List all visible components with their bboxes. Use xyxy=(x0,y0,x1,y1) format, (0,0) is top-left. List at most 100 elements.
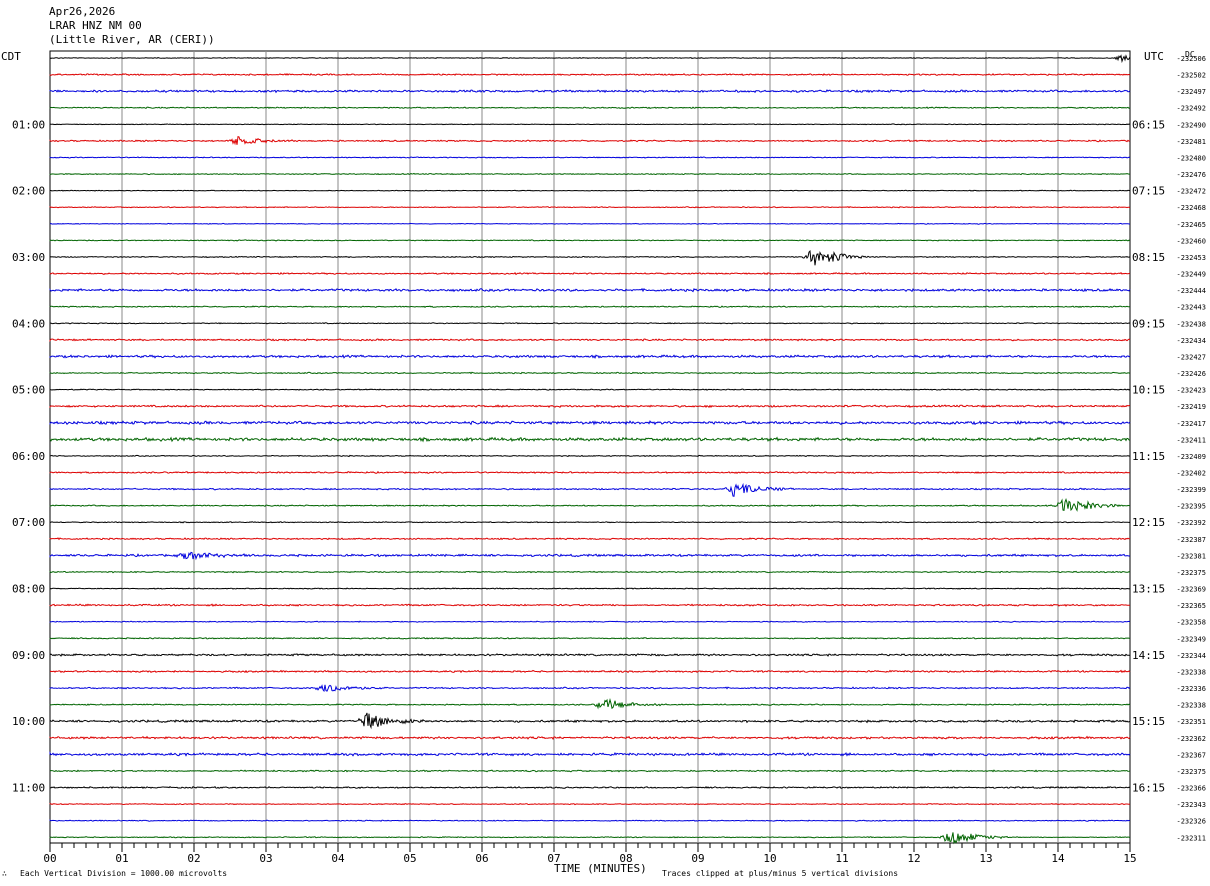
dc-offset-label: -232326 xyxy=(1176,818,1206,826)
dc-offset-label: -232449 xyxy=(1176,271,1206,279)
dc-offset-label: -232395 xyxy=(1176,503,1206,511)
seismic-trace xyxy=(49,123,1131,126)
dc-offset-label: -232365 xyxy=(1176,602,1206,610)
dc-offset-label: -232453 xyxy=(1176,254,1206,262)
dc-offset-label: -232419 xyxy=(1176,403,1206,411)
dc-offset-label: -232480 xyxy=(1176,154,1206,162)
seismic-trace xyxy=(49,271,1131,276)
seismic-trace xyxy=(49,769,1131,773)
left-time-label: 09:00 xyxy=(12,649,45,662)
seismic-trace xyxy=(49,189,1131,192)
dc-offset-label: -232506 xyxy=(1176,55,1206,63)
right-time-label: 15:15 xyxy=(1132,715,1165,728)
seismic-trace xyxy=(49,603,1131,607)
seismic-trace xyxy=(49,537,1131,541)
seismic-trace xyxy=(49,156,1131,159)
seismic-trace xyxy=(49,684,1131,693)
x-tick-label: 08 xyxy=(619,852,632,865)
seismic-trace xyxy=(49,620,1131,623)
plot-frame xyxy=(49,50,1131,844)
x-tick-label: 05 xyxy=(403,852,416,865)
seismic-trace xyxy=(49,338,1131,342)
seismic-trace xyxy=(49,222,1130,225)
dc-offset-label: -232443 xyxy=(1176,304,1206,312)
dc-offset-label: -232427 xyxy=(1176,353,1206,361)
dc-offset-label: -232460 xyxy=(1176,237,1206,245)
dc-offset-label: -232392 xyxy=(1176,519,1206,527)
x-tick-label: 09 xyxy=(691,852,704,865)
x-tick-label: 10 xyxy=(763,852,776,865)
dc-offset-label: -232502 xyxy=(1176,72,1206,80)
dc-offset-label: -232411 xyxy=(1176,436,1206,444)
seismic-trace xyxy=(49,239,1131,242)
right-time-label: 14:15 xyxy=(1132,649,1165,662)
right-time-label: 09:15 xyxy=(1132,317,1165,330)
dc-offset-label: -232349 xyxy=(1176,635,1206,643)
dc-offset-label: -232343 xyxy=(1176,801,1206,809)
right-time-label: 07:15 xyxy=(1132,185,1165,198)
left-time-label: 06:00 xyxy=(12,450,45,463)
dc-offset-label: -232338 xyxy=(1176,702,1206,710)
x-tick-label: 14 xyxy=(1051,852,1065,865)
x-tick-label: 11 xyxy=(835,852,848,865)
x-tick-label: 01 xyxy=(115,852,128,865)
dc-offset-label: -232358 xyxy=(1176,619,1206,627)
seismic-trace xyxy=(49,521,1131,524)
dc-offset-label: -232434 xyxy=(1176,337,1206,345)
seismic-trace xyxy=(49,735,1131,741)
dc-offset-label: -232366 xyxy=(1176,785,1206,793)
right-time-label: 13:15 xyxy=(1132,583,1165,596)
seismic-trace xyxy=(49,470,1131,475)
dc-offset-label: -232438 xyxy=(1176,320,1206,328)
x-tick-label: 00 xyxy=(43,852,56,865)
right-time-label: 16:15 xyxy=(1132,782,1165,795)
dc-offset-label: -232497 xyxy=(1176,88,1206,96)
dc-offset-label: -232381 xyxy=(1176,552,1206,560)
seismic-trace xyxy=(49,819,1131,822)
seismic-trace xyxy=(49,371,1131,375)
left-time-label: 01:00 xyxy=(12,118,45,131)
dc-offset-label: -232409 xyxy=(1176,453,1206,461)
dc-offset-label: -232336 xyxy=(1176,685,1206,693)
left-time-label: 10:00 xyxy=(12,715,45,728)
dc-offset-label: -232476 xyxy=(1176,171,1206,179)
left-time-label: 05:00 xyxy=(12,384,45,397)
dc-offset-label: -232472 xyxy=(1176,188,1206,196)
seismic-trace xyxy=(49,570,1131,574)
seismic-trace xyxy=(49,712,1131,730)
seismic-trace xyxy=(49,89,1131,94)
dc-offset-label: -232387 xyxy=(1176,536,1206,544)
dc-offset-label: -232492 xyxy=(1176,105,1206,113)
seismic-trace xyxy=(49,587,1131,590)
seismic-trace xyxy=(49,436,1131,443)
x-tick-label: 04 xyxy=(331,852,345,865)
seismic-trace xyxy=(49,482,1131,497)
seismic-trace xyxy=(49,305,1130,308)
seismic-trace xyxy=(49,388,1131,391)
seismic-trace xyxy=(49,802,1131,806)
seismic-trace xyxy=(49,653,1131,657)
left-time-label: 02:00 xyxy=(12,185,45,198)
seismic-trace xyxy=(49,206,1131,209)
right-time-label: 10:15 xyxy=(1132,384,1165,397)
seismic-trace xyxy=(49,287,1131,293)
right-time-label: 06:15 xyxy=(1132,118,1165,131)
dc-offset-label: -232367 xyxy=(1176,751,1206,759)
seismic-trace xyxy=(49,354,1131,359)
seismic-trace xyxy=(49,832,1131,845)
seismic-trace xyxy=(49,135,1131,146)
dc-offset-label: -232399 xyxy=(1176,486,1206,494)
seismic-trace xyxy=(49,420,1131,426)
dc-offset-label: -232344 xyxy=(1176,652,1206,660)
seismic-trace xyxy=(49,54,1131,64)
left-time-label: 08:00 xyxy=(12,583,45,596)
seismic-trace xyxy=(49,751,1131,757)
dc-offset-label: -232468 xyxy=(1176,204,1206,212)
seismic-trace xyxy=(49,636,1131,640)
x-tick-label: 13 xyxy=(979,852,992,865)
left-time-label: 11:00 xyxy=(12,782,45,795)
seismic-trace xyxy=(49,404,1131,409)
dc-offset-label: -232417 xyxy=(1176,420,1206,428)
dc-offset-label: -232423 xyxy=(1176,387,1206,395)
seismic-trace xyxy=(49,454,1131,458)
